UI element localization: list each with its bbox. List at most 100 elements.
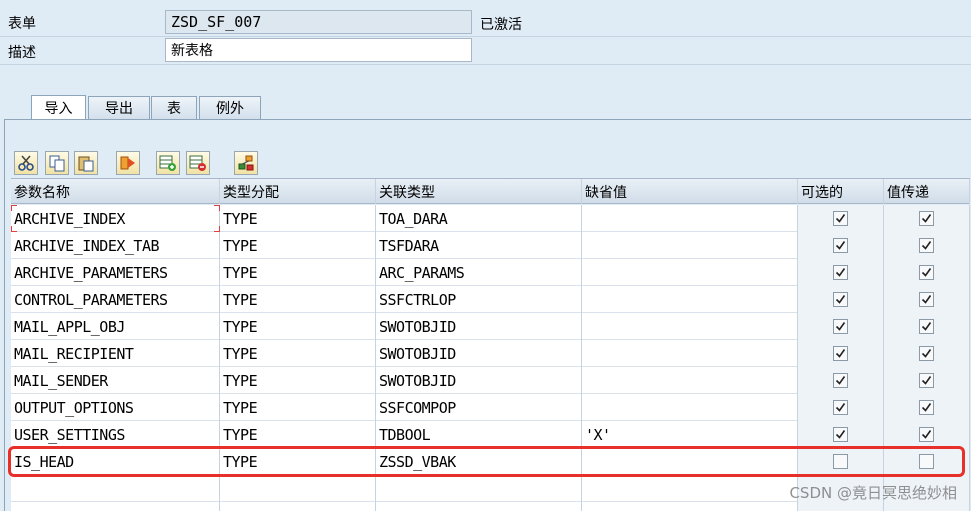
cell-parameter-name[interactable]: OUTPUT_OPTIONS [11,394,220,421]
cell-reference-type[interactable]: SWOTOBJID [376,340,582,367]
cell-default-value[interactable] [582,205,798,232]
cell-reference-type[interactable]: TOA_DARA [376,205,582,232]
cell-reference-type[interactable]: SSFCTRLOP [376,286,582,313]
cell-typing[interactable]: TYPE [220,394,376,421]
cell-default-value[interactable] [582,313,798,340]
col-header-reference-type[interactable]: 关联类型 [376,179,582,204]
optional-checkbox[interactable] [833,211,848,226]
description-field[interactable]: 新表格 [165,38,472,62]
cell-typing[interactable]: TYPE [220,367,376,394]
table-row[interactable]: ARCHIVE_INDEX_TAB TYPE TSFDARA [11,232,970,259]
cell-parameter-name[interactable]: MAIL_RECIPIENT [11,340,220,367]
pass-by-value-checkbox[interactable] [919,292,934,307]
cell-typing[interactable]: TYPE [220,232,376,259]
optional-checkbox[interactable] [833,292,848,307]
col-header-typing[interactable]: 类型分配 [220,179,376,204]
optional-checkbox[interactable] [833,238,848,253]
optional-checkbox[interactable] [833,454,848,469]
table-row[interactable]: CONTROL_PARAMETERS TYPE SSFCTRLOP [11,286,970,313]
copy-button[interactable] [45,151,69,175]
paste-button[interactable] [74,151,98,175]
cell-typing[interactable]: TYPE [220,286,376,313]
pass-by-value-checkbox[interactable] [919,373,934,388]
pass-by-value-checkbox[interactable] [919,427,934,442]
cell-parameter-name[interactable]: MAIL_APPL_OBJ [11,313,220,340]
cell-parameter-name[interactable]: IS_HEAD [11,448,220,475]
cell-typing[interactable] [220,475,376,502]
cell-reference-type[interactable]: TSFDARA [376,232,582,259]
cell-parameter-name[interactable]: ARCHIVE_PARAMETERS [11,259,220,286]
cell-parameter-name[interactable]: MAIL_SENDER [11,367,220,394]
table-row[interactable]: OUTPUT_OPTIONS TYPE SSFCOMPOP [11,394,970,421]
optional-checkbox[interactable] [833,400,848,415]
cell-reference-type[interactable] [376,502,582,511]
cell-typing[interactable]: TYPE [220,421,376,448]
pass-by-value-cell [884,232,970,259]
optional-checkbox[interactable] [833,346,848,361]
table-row[interactable]: ARCHIVE_PARAMETERS TYPE ARC_PARAMS [11,259,970,286]
cell-reference-type[interactable]: SWOTOBJID [376,313,582,340]
cell-typing[interactable]: TYPE [220,340,376,367]
pass-by-value-checkbox[interactable] [919,238,934,253]
tab-exceptions[interactable]: 例外 [199,96,261,119]
cell-typing[interactable] [220,502,376,511]
optional-checkbox[interactable] [833,427,848,442]
cell-reference-type[interactable]: ZSSD_VBAK [376,448,582,475]
cell-default-value[interactable] [582,475,798,502]
table-row[interactable]: MAIL_SENDER TYPE SWOTOBJID [11,367,970,394]
cell-default-value[interactable] [582,340,798,367]
move-button[interactable] [116,151,140,175]
cell-typing[interactable]: TYPE [220,448,376,475]
cell-default-value[interactable]: 'X' [582,421,798,448]
insert-row-button[interactable] [156,151,180,175]
cell-default-value[interactable] [582,367,798,394]
cell-reference-type[interactable]: TDBOOL [376,421,582,448]
pass-by-value-checkbox[interactable] [919,319,934,334]
col-header-optional[interactable]: 可选的 [798,179,884,204]
col-header-pass-by-value[interactable]: 值传递 [884,179,970,204]
pass-by-value-checkbox[interactable] [919,346,934,361]
optional-checkbox[interactable] [833,319,848,334]
pass-by-value-checkbox[interactable] [919,400,934,415]
delete-row-button[interactable] [186,151,210,175]
table-row[interactable] [11,502,970,511]
cell-reference-type[interactable] [376,475,582,502]
col-header-default-value[interactable]: 缺省值 [582,179,798,204]
cell-parameter-name[interactable]: ARCHIVE_INDEX_TAB [11,232,220,259]
move-icon [120,156,135,170]
cell-parameter-name[interactable]: CONTROL_PARAMETERS [11,286,220,313]
cell-typing[interactable]: TYPE [220,259,376,286]
pass-by-value-checkbox[interactable] [919,211,934,226]
cell-parameter-name[interactable]: ARCHIVE_INDEX [11,205,220,232]
cut-button[interactable] [14,151,38,175]
tab-tables[interactable]: 表 [151,96,197,119]
cell-reference-type[interactable]: SWOTOBJID [376,367,582,394]
cell-typing[interactable]: TYPE [220,313,376,340]
col-header-parameter-name[interactable]: 参数名称 [11,179,220,204]
cell-reference-type[interactable]: ARC_PARAMS [376,259,582,286]
table-row[interactable]: MAIL_APPL_OBJ TYPE SWOTOBJID [11,313,970,340]
cell-default-value[interactable] [582,259,798,286]
cell-reference-type[interactable]: SSFCOMPOP [376,394,582,421]
cell-parameter-name[interactable] [11,502,220,511]
pass-by-value-checkbox[interactable] [919,454,934,469]
cell-default-value[interactable] [582,394,798,421]
tab-import[interactable]: 导入 [31,95,86,120]
cell-default-value[interactable] [582,502,798,511]
cell-typing[interactable]: TYPE [220,205,376,232]
optional-checkbox[interactable] [833,265,848,280]
pass-by-value-checkbox[interactable] [919,265,934,280]
table-row[interactable]: ARCHIVE_INDEX TYPE TOA_DARA [11,205,970,232]
cell-default-value[interactable] [582,286,798,313]
form-name-field[interactable]: ZSD_SF_007 [165,10,472,34]
hierarchy-button[interactable] [234,151,258,175]
cell-parameter-name[interactable]: USER_SETTINGS [11,421,220,448]
table-row[interactable]: IS_HEAD TYPE ZSSD_VBAK [11,448,970,475]
optional-checkbox[interactable] [833,373,848,388]
table-row[interactable]: MAIL_RECIPIENT TYPE SWOTOBJID [11,340,970,367]
cell-default-value[interactable] [582,232,798,259]
cell-default-value[interactable] [582,448,798,475]
tab-export[interactable]: 导出 [88,96,150,119]
cell-parameter-name[interactable] [11,475,220,502]
table-row[interactable]: USER_SETTINGS TYPE TDBOOL 'X' [11,421,970,448]
